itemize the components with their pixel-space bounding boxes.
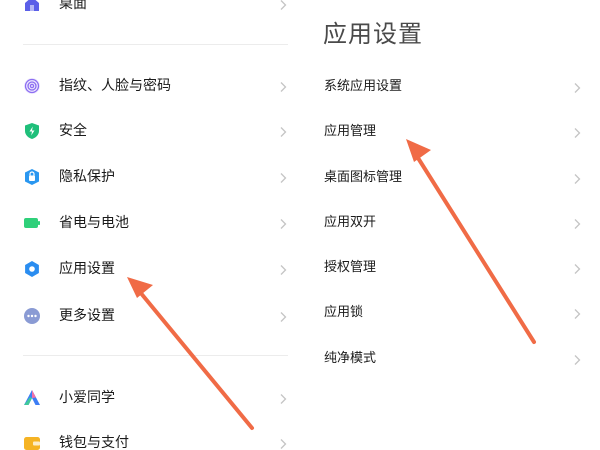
settings-item-security[interactable]: 安全 xyxy=(0,111,300,151)
chevron-right-icon xyxy=(574,309,581,319)
app-settings-item-label: 应用锁 xyxy=(324,305,364,320)
chevron-right-icon xyxy=(280,127,287,137)
chevron-right-icon xyxy=(574,219,581,229)
settings-item-fingerprint[interactable]: 指纹、人脸与密码 xyxy=(0,66,300,106)
settings-item-battery[interactable]: 省电与电池 xyxy=(0,203,300,243)
battery-icon xyxy=(24,218,40,228)
app-settings-item-label: 系统应用设置 xyxy=(324,79,403,94)
settings-item-label: 小爱同学 xyxy=(59,390,115,406)
settings-main-list: 桌面 指纹、人脸与密码 安全 隐私保护 省电与电池 应用设置 更多设置 小爱同学… xyxy=(0,0,300,450)
chevron-right-icon xyxy=(574,128,581,138)
app-settings-item-system-apps[interactable]: 系统应用设置 xyxy=(300,67,600,107)
chevron-right-icon xyxy=(574,83,581,93)
wallet-icon xyxy=(24,437,40,450)
shield-icon xyxy=(25,123,39,139)
settings-item-more-settings[interactable]: 更多设置 xyxy=(0,296,300,336)
app-settings-item-app-lock[interactable]: 应用锁 xyxy=(300,293,600,333)
chevron-right-icon xyxy=(280,0,287,10)
settings-item-xiaoai[interactable]: 小爱同学 xyxy=(0,378,300,418)
app-settings-item-label: 应用双开 xyxy=(324,215,377,230)
home-icon xyxy=(25,0,39,11)
page-title: 应用设置 xyxy=(323,20,423,48)
settings-item-label: 指纹、人脸与密码 xyxy=(59,78,171,94)
settings-item-label: 钱包与支付 xyxy=(59,435,129,450)
chevron-right-icon xyxy=(280,82,287,92)
settings-item-label: 更多设置 xyxy=(59,308,115,324)
fingerprint-icon xyxy=(24,78,40,94)
settings-item-wallet[interactable]: 钱包与支付 xyxy=(0,423,300,450)
app-settings-item-permissions[interactable]: 授权管理 xyxy=(300,248,600,288)
settings-item-desktop[interactable]: 桌面 xyxy=(0,0,300,24)
settings-screen: 桌面 指纹、人脸与密码 安全 隐私保护 省电与电池 应用设置 更多设置 小爱同学… xyxy=(0,0,600,450)
app-settings-item-pure-mode[interactable]: 纯净模式 xyxy=(300,339,600,379)
chevron-right-icon xyxy=(280,173,287,183)
settings-item-label: 桌面 xyxy=(59,0,87,12)
chevron-right-icon xyxy=(280,312,287,322)
settings-item-app-settings[interactable]: 应用设置 xyxy=(0,249,300,289)
xiaoai-icon xyxy=(24,390,40,405)
settings-item-label: 省电与电池 xyxy=(59,215,129,231)
gear-icon xyxy=(25,261,39,277)
app-settings-item-dual-apps[interactable]: 应用双开 xyxy=(300,203,600,243)
app-settings-item-label: 桌面图标管理 xyxy=(324,170,403,185)
settings-item-label: 隐私保护 xyxy=(59,169,115,185)
chevron-right-icon xyxy=(280,265,287,275)
app-settings-item-label: 纯净模式 xyxy=(324,351,377,366)
divider xyxy=(23,355,288,356)
settings-item-label: 安全 xyxy=(59,123,87,139)
privacy-icon xyxy=(25,169,39,185)
chevron-right-icon xyxy=(574,264,581,274)
app-settings-item-label: 应用管理 xyxy=(324,124,377,139)
divider xyxy=(23,44,288,45)
chevron-right-icon xyxy=(574,174,581,184)
app-settings-panel: 应用设置 系统应用设置 应用管理 桌面图标管理 应用双开 授权管理 应用锁 纯净… xyxy=(300,0,600,450)
app-settings-item-label: 授权管理 xyxy=(324,260,377,275)
chevron-right-icon xyxy=(280,219,287,229)
chevron-right-icon xyxy=(280,439,287,449)
app-settings-item-manage-apps[interactable]: 应用管理 xyxy=(300,112,600,152)
chevron-right-icon xyxy=(280,394,287,404)
settings-item-label: 应用设置 xyxy=(59,261,115,277)
more-icon xyxy=(24,308,40,324)
settings-item-privacy[interactable]: 隐私保护 xyxy=(0,157,300,197)
app-settings-item-desktop-icons[interactable]: 桌面图标管理 xyxy=(300,158,600,198)
chevron-right-icon xyxy=(574,355,581,365)
